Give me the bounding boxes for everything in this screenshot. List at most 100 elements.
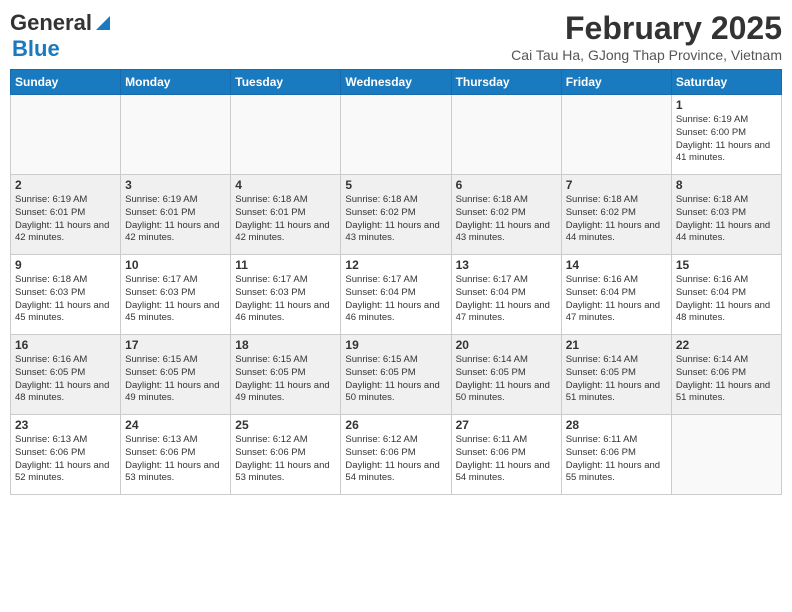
day-info: Sunrise: 6:16 AM Sunset: 6:05 PM Dayligh… <box>15 354 116 405</box>
weekday-header-tuesday: Tuesday <box>231 70 341 95</box>
weekday-header-friday: Friday <box>561 70 671 95</box>
day-info: Sunrise: 6:18 AM Sunset: 6:02 PM Dayligh… <box>345 194 446 245</box>
calendar-cell: 28 Sunrise: 6:11 AM Sunset: 6:06 PM Dayli… <box>561 415 671 495</box>
calendar-cell: 22 Sunrise: 6:14 AM Sunset: 6:06 PM Dayli… <box>671 335 781 415</box>
day-info: Sunrise: 6:18 AM Sunset: 6:02 PM Dayligh… <box>456 194 557 245</box>
day-info: Sunrise: 6:15 AM Sunset: 6:05 PM Dayligh… <box>235 354 336 405</box>
day-number: 21 <box>566 338 667 352</box>
calendar-cell: 2 Sunrise: 6:19 AM Sunset: 6:01 PM Daylig… <box>11 175 121 255</box>
calendar-cell: 21 Sunrise: 6:14 AM Sunset: 6:05 PM Dayli… <box>561 335 671 415</box>
day-info: Sunrise: 6:14 AM Sunset: 6:05 PM Dayligh… <box>566 354 667 405</box>
calendar-cell <box>671 415 781 495</box>
day-number: 17 <box>125 338 226 352</box>
day-info: Sunrise: 6:16 AM Sunset: 6:04 PM Dayligh… <box>676 274 777 325</box>
calendar-cell: 8 Sunrise: 6:18 AM Sunset: 6:03 PM Daylig… <box>671 175 781 255</box>
logo-blue: Blue <box>12 36 60 62</box>
day-info: Sunrise: 6:16 AM Sunset: 6:04 PM Dayligh… <box>566 274 667 325</box>
day-info: Sunrise: 6:18 AM Sunset: 6:03 PM Dayligh… <box>676 194 777 245</box>
calendar-cell: 15 Sunrise: 6:16 AM Sunset: 6:04 PM Dayli… <box>671 255 781 335</box>
weekday-header-wednesday: Wednesday <box>341 70 451 95</box>
day-info: Sunrise: 6:18 AM Sunset: 6:03 PM Dayligh… <box>15 274 116 325</box>
day-number: 18 <box>235 338 336 352</box>
calendar-cell <box>451 95 561 175</box>
calendar-table: SundayMondayTuesdayWednesdayThursdayFrid… <box>10 69 782 495</box>
logo-icon <box>96 16 110 30</box>
day-number: 13 <box>456 258 557 272</box>
calendar-week-row: 23 Sunrise: 6:13 AM Sunset: 6:06 PM Dayli… <box>11 415 782 495</box>
calendar-week-row: 2 Sunrise: 6:19 AM Sunset: 6:01 PM Daylig… <box>11 175 782 255</box>
day-info: Sunrise: 6:12 AM Sunset: 6:06 PM Dayligh… <box>345 434 446 485</box>
day-number: 1 <box>676 98 777 112</box>
day-number: 16 <box>15 338 116 352</box>
day-number: 25 <box>235 418 336 432</box>
calendar-week-row: 9 Sunrise: 6:18 AM Sunset: 6:03 PM Daylig… <box>11 255 782 335</box>
day-info: Sunrise: 6:14 AM Sunset: 6:06 PM Dayligh… <box>676 354 777 405</box>
day-number: 3 <box>125 178 226 192</box>
day-number: 28 <box>566 418 667 432</box>
day-info: Sunrise: 6:13 AM Sunset: 6:06 PM Dayligh… <box>15 434 116 485</box>
day-info: Sunrise: 6:15 AM Sunset: 6:05 PM Dayligh… <box>345 354 446 405</box>
day-info: Sunrise: 6:11 AM Sunset: 6:06 PM Dayligh… <box>456 434 557 485</box>
calendar-cell: 1 Sunrise: 6:19 AM Sunset: 6:00 PM Daylig… <box>671 95 781 175</box>
calendar-cell: 7 Sunrise: 6:18 AM Sunset: 6:02 PM Daylig… <box>561 175 671 255</box>
day-number: 8 <box>676 178 777 192</box>
calendar-cell <box>121 95 231 175</box>
day-info: Sunrise: 6:19 AM Sunset: 6:01 PM Dayligh… <box>15 194 116 245</box>
calendar-cell: 9 Sunrise: 6:18 AM Sunset: 6:03 PM Daylig… <box>11 255 121 335</box>
day-info: Sunrise: 6:17 AM Sunset: 6:03 PM Dayligh… <box>125 274 226 325</box>
calendar-cell: 17Sunrise: 6:15 AM Sunset: 6:05 PM Dayli… <box>121 335 231 415</box>
day-info: Sunrise: 6:11 AM Sunset: 6:06 PM Dayligh… <box>566 434 667 485</box>
calendar-week-row: 1 Sunrise: 6:19 AM Sunset: 6:00 PM Daylig… <box>11 95 782 175</box>
weekday-header-saturday: Saturday <box>671 70 781 95</box>
day-number: 9 <box>15 258 116 272</box>
day-number: 22 <box>676 338 777 352</box>
calendar-cell: 6 Sunrise: 6:18 AM Sunset: 6:02 PM Daylig… <box>451 175 561 255</box>
calendar-cell: 14 Sunrise: 6:16 AM Sunset: 6:04 PM Dayli… <box>561 255 671 335</box>
calendar-cell: 5 Sunrise: 6:18 AM Sunset: 6:02 PM Daylig… <box>341 175 451 255</box>
calendar-cell: 10 Sunrise: 6:17 AM Sunset: 6:03 PM Dayli… <box>121 255 231 335</box>
calendar-cell: 4 Sunrise: 6:18 AM Sunset: 6:01 PM Daylig… <box>231 175 341 255</box>
weekday-header-row: SundayMondayTuesdayWednesdayThursdayFrid… <box>11 70 782 95</box>
day-number: 12 <box>345 258 446 272</box>
calendar-cell: 23 Sunrise: 6:13 AM Sunset: 6:06 PM Dayli… <box>11 415 121 495</box>
calendar-week-row: 16 Sunrise: 6:16 AM Sunset: 6:05 PM Dayli… <box>11 335 782 415</box>
calendar-cell: 18 Sunrise: 6:15 AM Sunset: 6:05 PM Dayli… <box>231 335 341 415</box>
day-number: 24 <box>125 418 226 432</box>
day-info: Sunrise: 6:14 AM Sunset: 6:05 PM Dayligh… <box>456 354 557 405</box>
day-number: 15 <box>676 258 777 272</box>
day-number: 10 <box>125 258 226 272</box>
day-info: Sunrise: 6:19 AM Sunset: 6:01 PM Dayligh… <box>125 194 226 245</box>
calendar-cell: 13 Sunrise: 6:17 AM Sunset: 6:04 PM Dayli… <box>451 255 561 335</box>
logo: General Blue <box>10 10 110 62</box>
calendar-cell: 25 Sunrise: 6:12 AM Sunset: 6:06 PM Dayli… <box>231 415 341 495</box>
day-number: 14 <box>566 258 667 272</box>
weekday-header-sunday: Sunday <box>11 70 121 95</box>
day-number: 19 <box>345 338 446 352</box>
calendar-cell: 3 Sunrise: 6:19 AM Sunset: 6:01 PM Daylig… <box>121 175 231 255</box>
day-number: 23 <box>15 418 116 432</box>
calendar-cell: 11 Sunrise: 6:17 AM Sunset: 6:03 PM Dayli… <box>231 255 341 335</box>
logo-general: General <box>10 10 92 36</box>
location-subtitle: Cai Tau Ha, GJong Thap Province, Vietnam <box>511 47 782 63</box>
calendar-cell: 26Sunrise: 6:12 AM Sunset: 6:06 PM Dayli… <box>341 415 451 495</box>
day-info: Sunrise: 6:18 AM Sunset: 6:02 PM Dayligh… <box>566 194 667 245</box>
day-info: Sunrise: 6:18 AM Sunset: 6:01 PM Dayligh… <box>235 194 336 245</box>
calendar-cell: 19 Sunrise: 6:15 AM Sunset: 6:05 PM Dayli… <box>341 335 451 415</box>
day-info: Sunrise: 6:17 AM Sunset: 6:04 PM Dayligh… <box>456 274 557 325</box>
day-number: 4 <box>235 178 336 192</box>
calendar-cell: 20Sunrise: 6:14 AM Sunset: 6:05 PM Dayli… <box>451 335 561 415</box>
day-number: 2 <box>15 178 116 192</box>
day-number: 5 <box>345 178 446 192</box>
month-title: February 2025 <box>511 10 782 47</box>
weekday-header-monday: Monday <box>121 70 231 95</box>
page-header: General Blue February 2025 Cai Tau Ha, G… <box>10 10 782 63</box>
weekday-header-thursday: Thursday <box>451 70 561 95</box>
day-info: Sunrise: 6:19 AM Sunset: 6:00 PM Dayligh… <box>676 114 777 165</box>
day-number: 7 <box>566 178 667 192</box>
day-number: 11 <box>235 258 336 272</box>
calendar-cell <box>11 95 121 175</box>
calendar-cell <box>231 95 341 175</box>
day-info: Sunrise: 6:17 AM Sunset: 6:03 PM Dayligh… <box>235 274 336 325</box>
day-number: 6 <box>456 178 557 192</box>
day-info: Sunrise: 6:12 AM Sunset: 6:06 PM Dayligh… <box>235 434 336 485</box>
